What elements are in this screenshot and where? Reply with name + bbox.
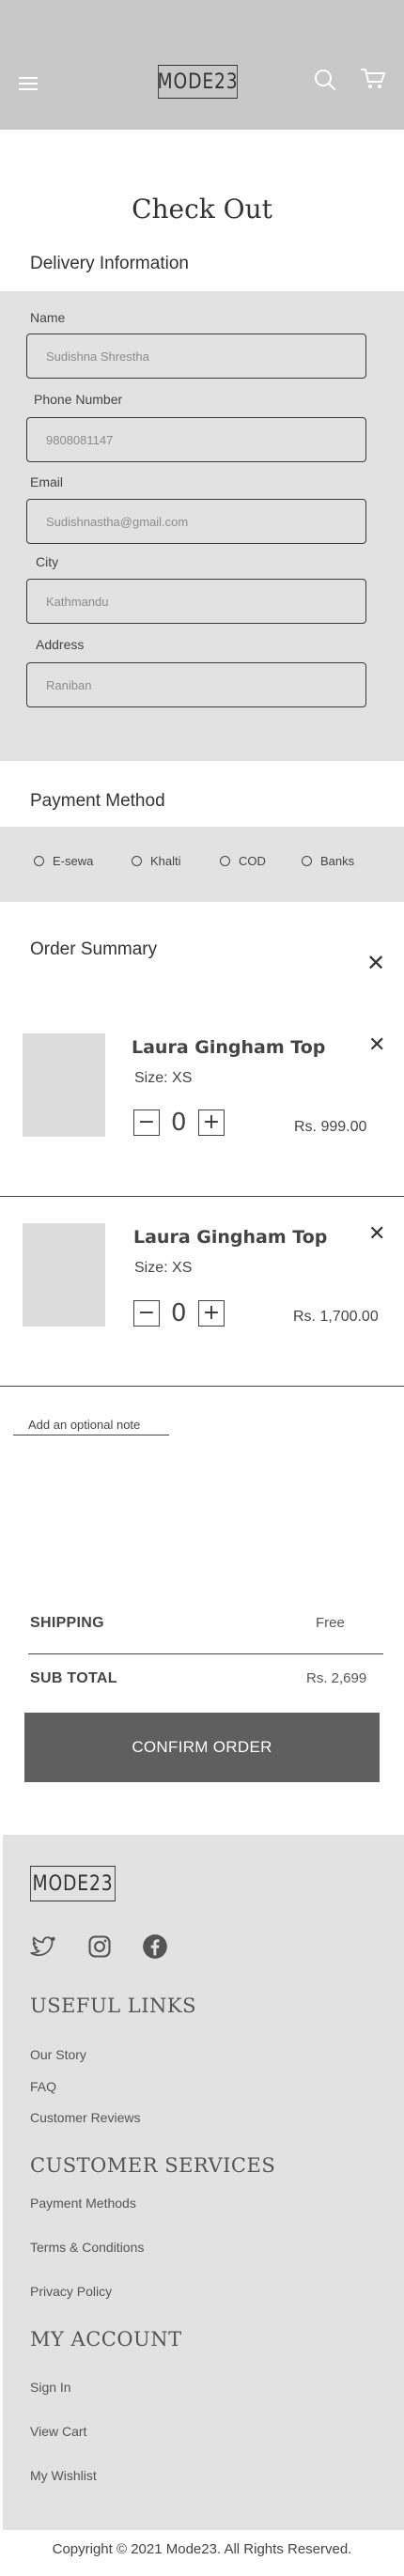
product-thumbnail[interactable] bbox=[23, 1033, 105, 1137]
subtotal-label: SUB TOTAL bbox=[30, 1670, 117, 1686]
item-price: Rs. 1,700.00 bbox=[293, 1309, 379, 1325]
payment-option-cod[interactable]: COD bbox=[220, 854, 266, 868]
my-account-heading: MY ACCOUNT bbox=[30, 2328, 182, 2351]
product-name[interactable]: Laura Gingham Top bbox=[132, 1037, 325, 1058]
hamburger-menu-icon[interactable] bbox=[19, 77, 38, 90]
product-size: Size: XS bbox=[134, 1260, 193, 1276]
add-note-link[interactable]: Add an optional note bbox=[28, 1418, 140, 1432]
quantity-value: 0 bbox=[171, 1299, 187, 1327]
radio-circle-icon[interactable] bbox=[302, 856, 312, 866]
city-label: City bbox=[36, 554, 59, 569]
payment-option-label: Khalti bbox=[150, 854, 181, 868]
footer-link-sign-in[interactable]: Sign In bbox=[30, 2380, 71, 2395]
twitter-icon[interactable] bbox=[30, 1933, 56, 1960]
copyright-text: Copyright © 2021 Mode23. All Rights Rese… bbox=[52, 2541, 352, 2557]
order-summary-title: Order Summary bbox=[30, 939, 158, 959]
radio-circle-icon[interactable] bbox=[220, 856, 230, 866]
name-label: Name bbox=[30, 310, 66, 325]
footer-logo[interactable]: MODE23 bbox=[30, 1866, 116, 1901]
shipping-value: Free bbox=[316, 1615, 345, 1631]
item-divider bbox=[0, 1386, 404, 1387]
subtotal-value: Rs. 2,699 bbox=[306, 1670, 367, 1686]
radio-circle-icon[interactable] bbox=[132, 856, 142, 866]
page-title: Check Out bbox=[132, 194, 272, 225]
close-summary-icon[interactable]: ✕ bbox=[366, 952, 385, 974]
radio-circle-icon[interactable] bbox=[34, 856, 44, 866]
footer-link-privacy[interactable]: Privacy Policy bbox=[30, 2284, 112, 2299]
useful-links-heading: USEFUL LINKS bbox=[30, 1994, 196, 2017]
payment-option-khalti[interactable]: Khalti bbox=[132, 854, 181, 868]
city-input[interactable] bbox=[26, 579, 366, 624]
payment-option-label: E-sewa bbox=[53, 854, 94, 868]
product-name[interactable]: Laura Gingham Top bbox=[133, 1227, 327, 1248]
payment-option-label: Banks bbox=[320, 854, 355, 868]
search-icon[interactable] bbox=[314, 69, 336, 91]
footer-link-terms[interactable]: Terms & Conditions bbox=[30, 2240, 144, 2255]
footer-link-view-cart[interactable]: View Cart bbox=[30, 2424, 86, 2439]
phone-label: Phone Number bbox=[34, 392, 123, 407]
increase-qty-button[interactable]: + bbox=[198, 1300, 225, 1327]
remove-item-icon[interactable]: ✕ bbox=[368, 1224, 385, 1245]
item-price: Rs. 999.00 bbox=[294, 1119, 367, 1135]
increase-qty-button[interactable]: + bbox=[198, 1110, 225, 1136]
customer-services-heading: CUSTOMER SERVICES bbox=[30, 2154, 276, 2177]
footer-link-payment-methods[interactable]: Payment Methods bbox=[30, 2196, 136, 2211]
address-input[interactable] bbox=[26, 662, 366, 707]
payment-option-label: COD bbox=[239, 854, 266, 868]
totals-divider bbox=[28, 1653, 383, 1654]
confirm-order-button[interactable]: CONFIRM ORDER bbox=[24, 1713, 380, 1782]
product-thumbnail[interactable] bbox=[23, 1223, 105, 1327]
payment-section-title: Payment Method bbox=[30, 791, 165, 811]
name-input[interactable] bbox=[26, 334, 366, 379]
decrease-qty-button[interactable]: − bbox=[133, 1110, 160, 1136]
remove-item-icon[interactable]: ✕ bbox=[368, 1035, 385, 1056]
address-label: Address bbox=[36, 637, 85, 652]
brand-logo[interactable]: MODE23 bbox=[158, 65, 238, 99]
decrease-qty-button[interactable]: − bbox=[133, 1300, 160, 1327]
email-input[interactable] bbox=[26, 499, 366, 544]
footer-link-our-story[interactable]: Our Story bbox=[30, 2047, 86, 2062]
item-divider bbox=[0, 1196, 404, 1197]
footer-link-faq[interactable]: FAQ bbox=[30, 2079, 56, 2094]
footer-link-my-wishlist[interactable]: My Wishlist bbox=[30, 2468, 97, 2483]
payment-option-banks[interactable]: Banks bbox=[302, 854, 354, 868]
cart-icon[interactable] bbox=[361, 68, 385, 90]
shipping-label: SHIPPING bbox=[30, 1615, 104, 1631]
delivery-section-title: Delivery Information bbox=[30, 254, 189, 273]
footer-link-customer-reviews[interactable]: Customer Reviews bbox=[30, 2110, 140, 2125]
email-label: Email bbox=[30, 474, 64, 489]
phone-input[interactable] bbox=[26, 417, 366, 462]
product-size: Size: XS bbox=[134, 1070, 193, 1086]
facebook-icon[interactable] bbox=[142, 1933, 168, 1960]
instagram-icon[interactable] bbox=[86, 1933, 113, 1960]
quantity-value: 0 bbox=[171, 1109, 187, 1137]
payment-option-esewa[interactable]: E-sewa bbox=[34, 854, 93, 868]
